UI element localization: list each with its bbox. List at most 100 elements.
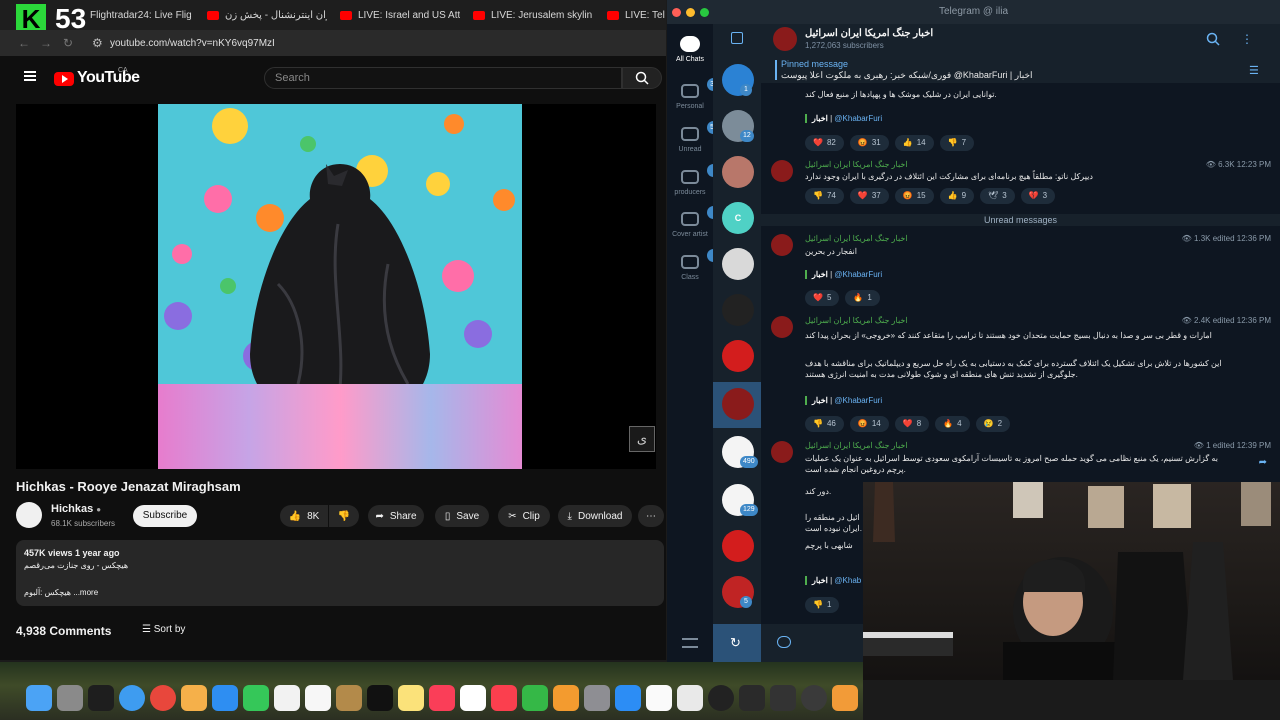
channel-avatar[interactable]	[16, 502, 42, 528]
message-avatar[interactable]	[771, 234, 793, 256]
unity-icon[interactable]	[770, 685, 796, 711]
chat-avatar[interactable]	[722, 294, 754, 326]
save-button[interactable]: ▯ Save	[435, 505, 489, 527]
chat-avatar[interactable]	[722, 530, 754, 562]
reaction-chip[interactable]: 💔 3	[1020, 188, 1056, 204]
reaction-chip[interactable]: 👎 7	[939, 135, 975, 151]
close-tab-icon[interactable]: ✕	[192, 10, 199, 21]
youtube-logo-icon[interactable]	[54, 72, 74, 86]
numbers-icon[interactable]	[522, 685, 548, 711]
calendar-app-icon[interactable]	[274, 685, 300, 711]
calendar-31-icon[interactable]	[677, 685, 703, 711]
back-icon[interactable]: ←	[18, 36, 30, 50]
folder-all-chats[interactable]: All Chats	[667, 36, 713, 63]
like-button[interactable]: 👍 8K	[280, 505, 328, 527]
reaction-chip[interactable]: 😢 2	[975, 416, 1011, 432]
signature-handle[interactable]: @KhabarFuri	[834, 396, 882, 405]
signature-handle[interactable]: @Khab	[834, 576, 861, 585]
channel-title[interactable]: اخبار جنگ امریکا ایران اسرائیل	[805, 28, 933, 39]
chatgpt-icon[interactable]	[708, 685, 734, 711]
more-options-icon[interactable]: ⋮	[1241, 32, 1253, 46]
reaction-chip[interactable]: 👎 1	[805, 597, 840, 613]
reaction-chip[interactable]: 👍 9	[939, 188, 975, 204]
channel-header[interactable]: اخبار جنگ امریکا ایران اسرائیل 1,272,063…	[761, 24, 1280, 56]
message-sender[interactable]: اخبار جنگ امریکا ایران اسرائیل	[805, 316, 908, 325]
forward-signature[interactable]: اخبار | @Khab	[805, 576, 861, 585]
refresh-button[interactable]: ↻	[713, 624, 761, 662]
description-box[interactable]: 457K views 1 year ago هیچکس - روی جنازت …	[16, 540, 664, 606]
pinned-list-icon[interactable]: ☰	[1249, 64, 1259, 77]
channel-message[interactable]: اخبار جنگ امریکا ایران اسرائیل 👁 1.3K ed…	[771, 234, 1271, 310]
reaction-chip[interactable]: 😡 31	[849, 135, 889, 151]
folder-personal[interactable]: 396 Personal	[667, 78, 725, 110]
calendar-icon[interactable]	[460, 685, 486, 711]
more-actions-button[interactable]: ⋯	[638, 505, 664, 527]
reload-icon[interactable]: ↻	[63, 36, 73, 50]
reaction-chip[interactable]: 😡 14	[849, 416, 889, 432]
close-tab-icon[interactable]: ✕	[592, 10, 598, 21]
finder-icon[interactable]	[26, 685, 52, 711]
forward-signature[interactable]: اخبار | @KhabarFuri	[805, 270, 882, 279]
launchpad-icon[interactable]	[57, 685, 83, 711]
share-button[interactable]: ➦ Share	[368, 505, 424, 527]
reaction-chip[interactable]: 😡 15	[894, 188, 934, 204]
app-store-icon[interactable]	[615, 685, 641, 711]
reaction-chip[interactable]: 👎 46	[805, 416, 844, 432]
signature-handle[interactable]: @KhabarFuri	[834, 114, 882, 123]
sort-comments-button[interactable]: ☰ Sort by	[142, 624, 185, 635]
download-button[interactable]: ⤓ Download	[558, 505, 632, 527]
photos-icon[interactable]	[181, 685, 207, 711]
reaction-chip[interactable]: ❤️ 8	[894, 416, 930, 432]
chrome-icon[interactable]	[150, 685, 176, 711]
site-settings-icon[interactable]: ⚙	[92, 36, 103, 50]
video-player[interactable]: ی	[16, 104, 656, 469]
browser-tab-tel-aviv[interactable]: LIVE: Tel Av	[607, 6, 666, 24]
chat-avatar[interactable]	[722, 340, 754, 372]
chat-avatar[interactable]: C	[722, 202, 754, 234]
browser-tab-jerusalem[interactable]: LIVE: Jerusalem skylin ✕	[473, 6, 598, 24]
reaction-chip[interactable]: ❤️ 82	[805, 135, 844, 151]
search-icon[interactable]	[1206, 32, 1220, 46]
browser-tab-iran-intl[interactable]: ایران اینترنشنال - پخش زن ✕	[207, 6, 327, 24]
search-button[interactable]	[622, 67, 662, 89]
message-sender[interactable]: اخبار جنگ امریکا ایران اسرائیل	[805, 160, 908, 169]
folder-unread[interactable]: 535 Unread	[667, 121, 725, 153]
message-avatar[interactable]	[771, 316, 793, 338]
channel-name-text[interactable]: Hichkas	[51, 503, 93, 515]
forward-icon[interactable]: →	[40, 36, 52, 50]
folder-producers[interactable]: 3 producers	[667, 164, 725, 196]
hamburger-menu-icon[interactable]	[24, 71, 36, 81]
notion-icon[interactable]	[646, 685, 672, 711]
reaction-chip[interactable]: 🕊 3	[980, 188, 1015, 204]
message-sender[interactable]: اخبار جنگ امریکا ایران اسرائیل	[805, 441, 908, 450]
logic-icon[interactable]	[739, 685, 765, 711]
reaction-chip[interactable]: 🔥 4	[935, 416, 970, 432]
pinned-message-bar[interactable]: Pinned message فوری/شبکه خبر: رهبری به م…	[761, 56, 1280, 84]
clip-button[interactable]: ✂ Clip	[498, 505, 550, 527]
apple-tv-icon[interactable]	[367, 685, 393, 711]
message-avatar[interactable]	[771, 441, 793, 463]
pages-icon[interactable]	[553, 685, 579, 711]
forward-signature[interactable]: اخبار | @KhabarFuri	[805, 114, 882, 123]
channel-message[interactable]: توانایی ایران در شلیک موشک ها و پهپادها …	[771, 84, 1271, 154]
reaction-chip[interactable]: 👎 74	[805, 188, 844, 204]
dislike-button[interactable]: 👎	[329, 505, 359, 527]
reaction-chip[interactable]: ❤️ 5	[805, 290, 840, 306]
reaction-chip[interactable]: 👍 14	[894, 135, 934, 151]
notes-icon[interactable]	[398, 685, 424, 711]
message-avatar[interactable]	[771, 160, 793, 182]
reaction-chip[interactable]: ❤️ 37	[849, 188, 889, 204]
url-text[interactable]: youtube.com/watch?v=nKY6vq97MzI	[110, 38, 275, 49]
facetime-icon[interactable]	[243, 685, 269, 711]
garageband-icon[interactable]	[832, 685, 858, 711]
reaction-chip[interactable]: 🔥 1	[845, 290, 880, 306]
compose-icon[interactable]	[731, 32, 743, 44]
youtube-logo-text[interactable]: YouTube	[77, 69, 140, 87]
news-icon[interactable]	[491, 685, 517, 711]
mail-icon[interactable]	[212, 685, 238, 711]
folder-cover-artist[interactable]: 1 Cover artist	[667, 206, 725, 238]
forward-signature[interactable]: اخبار | @KhabarFuri	[805, 396, 882, 405]
channel-message[interactable]: اخبار جنگ امریکا ایران اسرائیل 👁 6.3K 12…	[771, 160, 1271, 210]
folder-class[interactable]: 3 Class	[667, 249, 725, 281]
obs-icon[interactable]	[801, 685, 827, 711]
